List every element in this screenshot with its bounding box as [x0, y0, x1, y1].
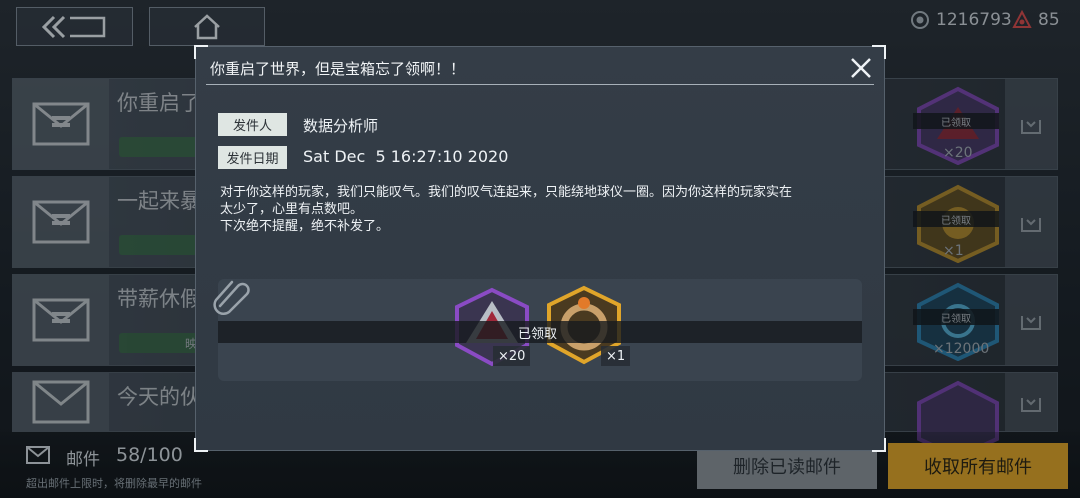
- frame-corner: [194, 438, 208, 452]
- item-count: ×20: [493, 346, 531, 366]
- mail-body-line: 下次绝不提醒，绝不补发了。: [220, 219, 390, 234]
- mail-body: 对于你这样的玩家，我们只能叹气。我们的叹气连起来，只能绕地球仪一圈。因为你这样的…: [220, 184, 870, 235]
- sender-tag: 发件人: [218, 113, 287, 136]
- dialog-title: 你重启了世界，但是宝箱忘了领啊！！: [210, 60, 466, 78]
- mail-detail-dialog: 你重启了世界，但是宝箱忘了领啊！！ 发件人 数据分析师 发件日期 Sat Dec…: [194, 45, 886, 452]
- item-count: ×1: [601, 346, 631, 366]
- close-button[interactable]: [846, 55, 876, 81]
- frame-corner: [872, 438, 886, 452]
- mail-body-line: 太少了，心里有点数吧。: [220, 202, 364, 217]
- date-value: Sat Dec 5 16:27:10 2020: [303, 147, 509, 166]
- paperclip-icon: [213, 280, 250, 315]
- title-divider: [206, 84, 874, 85]
- date-tag: 发件日期: [218, 146, 287, 169]
- claimed-label: 已领取: [518, 327, 558, 342]
- close-icon: [851, 58, 871, 78]
- frame-corner: [194, 45, 208, 59]
- sender-value: 数据分析师: [303, 117, 379, 135]
- mail-body-line: 对于你这样的玩家，我们只能叹气。我们的叹气连起来，只能绕地球仪一圈。因为你这样的…: [220, 185, 793, 200]
